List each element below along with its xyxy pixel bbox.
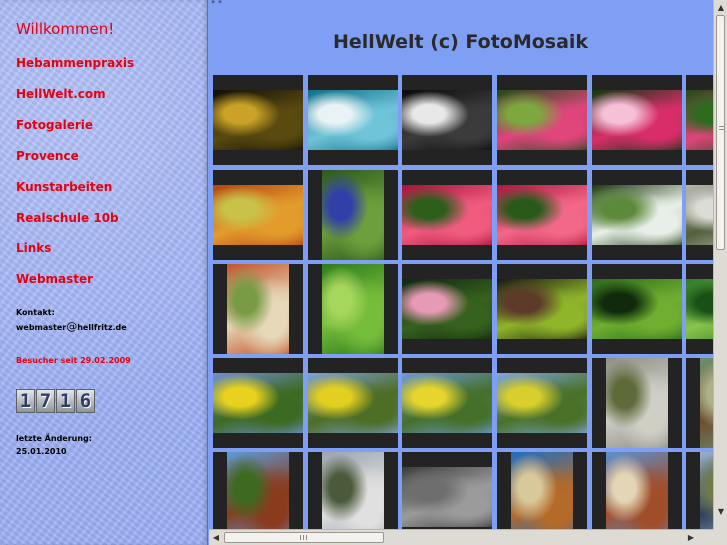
nav-link-kunstarbeiten[interactable]: Kunstarbeiten bbox=[16, 180, 112, 194]
photo-thumbnail-olive-tree-meadow-2[interactable] bbox=[497, 358, 587, 448]
photo-thumbnail-pink-lily-closeup[interactable] bbox=[402, 170, 492, 260]
counter-digit: 1 bbox=[16, 389, 35, 413]
photo-mosaic bbox=[209, 0, 727, 542]
contact-label: Kontakt: bbox=[16, 308, 55, 317]
scroll-up-icon[interactable]: ▲ bbox=[715, 1, 727, 13]
photo-image bbox=[402, 90, 492, 150]
photo-thumbnail-pink-lily-closeup-2[interactable] bbox=[497, 170, 587, 260]
nav-link-webmaster[interactable]: Webmaster bbox=[16, 272, 93, 286]
nav-link-fotogalerie[interactable]: Fotogalerie bbox=[16, 118, 93, 132]
photo-thumbnail-water-droplets-bokeh[interactable] bbox=[402, 75, 492, 165]
photo-image bbox=[592, 90, 682, 150]
photo-thumbnail-olive-tree-meadow[interactable] bbox=[402, 358, 492, 448]
photo-image bbox=[402, 185, 492, 245]
nav-link-realschule[interactable]: Realschule 10b bbox=[16, 211, 119, 225]
photo-image bbox=[213, 373, 303, 433]
photo-thumbnail-dark-veined-leaf[interactable] bbox=[497, 264, 587, 354]
counter-digit: 7 bbox=[36, 389, 55, 413]
nav-link-provence[interactable]: Provence bbox=[16, 149, 79, 163]
photo-image bbox=[402, 467, 492, 527]
last-changed-date: 25.01.2010 bbox=[16, 447, 67, 456]
visitor-counter: 1 7 1 6 bbox=[16, 389, 95, 413]
photo-thumbnail-bare-trees-path[interactable] bbox=[592, 358, 682, 448]
vertical-scroll-thumb[interactable] bbox=[716, 15, 725, 250]
photo-thumbnail-pink-stem-dark-leaves[interactable] bbox=[402, 264, 492, 354]
counter-digit: 6 bbox=[76, 389, 95, 413]
photo-thumbnail-fern-frond-curl[interactable] bbox=[592, 264, 682, 354]
at-icon: @ bbox=[66, 320, 78, 333]
contact-email[interactable]: webmaster@hellfritz.de bbox=[16, 321, 127, 334]
scroll-down-icon[interactable]: ▼ bbox=[715, 505, 727, 517]
contact-user: webmaster bbox=[16, 323, 67, 332]
nav-link-willkommen[interactable]: Willkommen! bbox=[16, 20, 114, 38]
horizontal-scrollbar[interactable]: ◀ ▶ bbox=[209, 529, 713, 545]
photo-thumbnail-olive-grove-yellow-flowers[interactable] bbox=[213, 358, 303, 448]
photo-image bbox=[497, 279, 587, 339]
photo-image bbox=[402, 279, 492, 339]
photo-thumbnail-colorful-textile-stripes[interactable] bbox=[213, 170, 303, 260]
photo-image bbox=[322, 264, 384, 354]
scroll-left-icon[interactable]: ◀ bbox=[210, 531, 222, 543]
photo-thumbnail-green-leaf-veins[interactable] bbox=[308, 264, 398, 354]
photo-image bbox=[497, 185, 587, 245]
photo-thumbnail-pink-orchid-spray[interactable] bbox=[592, 75, 682, 165]
photo-thumbnail-striped-curtain-fabric[interactable] bbox=[213, 264, 303, 354]
nav-link-links[interactable]: Links bbox=[16, 241, 51, 255]
grip-icon bbox=[719, 124, 724, 130]
photo-thumbnail-pink-orchids[interactable] bbox=[497, 75, 587, 165]
photo-image bbox=[497, 373, 587, 433]
nav-link-hebammenpraxis[interactable]: Hebammenpraxis bbox=[16, 56, 134, 70]
photo-image bbox=[213, 90, 303, 150]
grip-icon bbox=[300, 535, 307, 540]
contact-domain: hellfritz.de bbox=[77, 323, 127, 332]
photo-thumbnail-blue-flower-stem[interactable] bbox=[308, 170, 398, 260]
nav-link-hellwelt[interactable]: HellWelt.com bbox=[16, 87, 106, 101]
photo-image bbox=[402, 373, 492, 433]
scroll-right-icon[interactable]: ▶ bbox=[685, 531, 697, 543]
visitors-label: Besucher seit 29.02.2009 bbox=[16, 356, 131, 365]
last-changed-label: letzte Änderung: bbox=[16, 434, 92, 443]
photo-image bbox=[213, 185, 303, 245]
horizontal-scroll-thumb[interactable] bbox=[224, 532, 384, 543]
photo-thumbnail-blue-macro-water-pattern[interactable] bbox=[308, 75, 398, 165]
vertical-scrollbar[interactable]: ▲ ▼ bbox=[713, 0, 727, 529]
photo-thumbnail-olive-grove-sunny[interactable] bbox=[308, 358, 398, 448]
sidebar-nav: Willkommen! Hebammenpraxis HellWelt.com … bbox=[0, 0, 208, 545]
scrollbar-corner bbox=[713, 529, 727, 545]
photo-image bbox=[592, 185, 682, 245]
photo-image bbox=[592, 279, 682, 339]
photo-thumbnail-white-flower-bush[interactable] bbox=[592, 170, 682, 260]
main-frame: " " HellWelt (c) FotoMosaik ▲ ▼ ◀ ▶ bbox=[209, 0, 727, 545]
photo-image bbox=[322, 170, 384, 260]
photo-image bbox=[227, 264, 289, 354]
photo-image bbox=[606, 358, 668, 448]
photo-thumbnail-golden-bokeh-lights[interactable] bbox=[213, 75, 303, 165]
counter-digit: 1 bbox=[56, 389, 75, 413]
photo-image bbox=[497, 90, 587, 150]
photo-image bbox=[308, 90, 398, 150]
photo-image bbox=[308, 373, 398, 433]
